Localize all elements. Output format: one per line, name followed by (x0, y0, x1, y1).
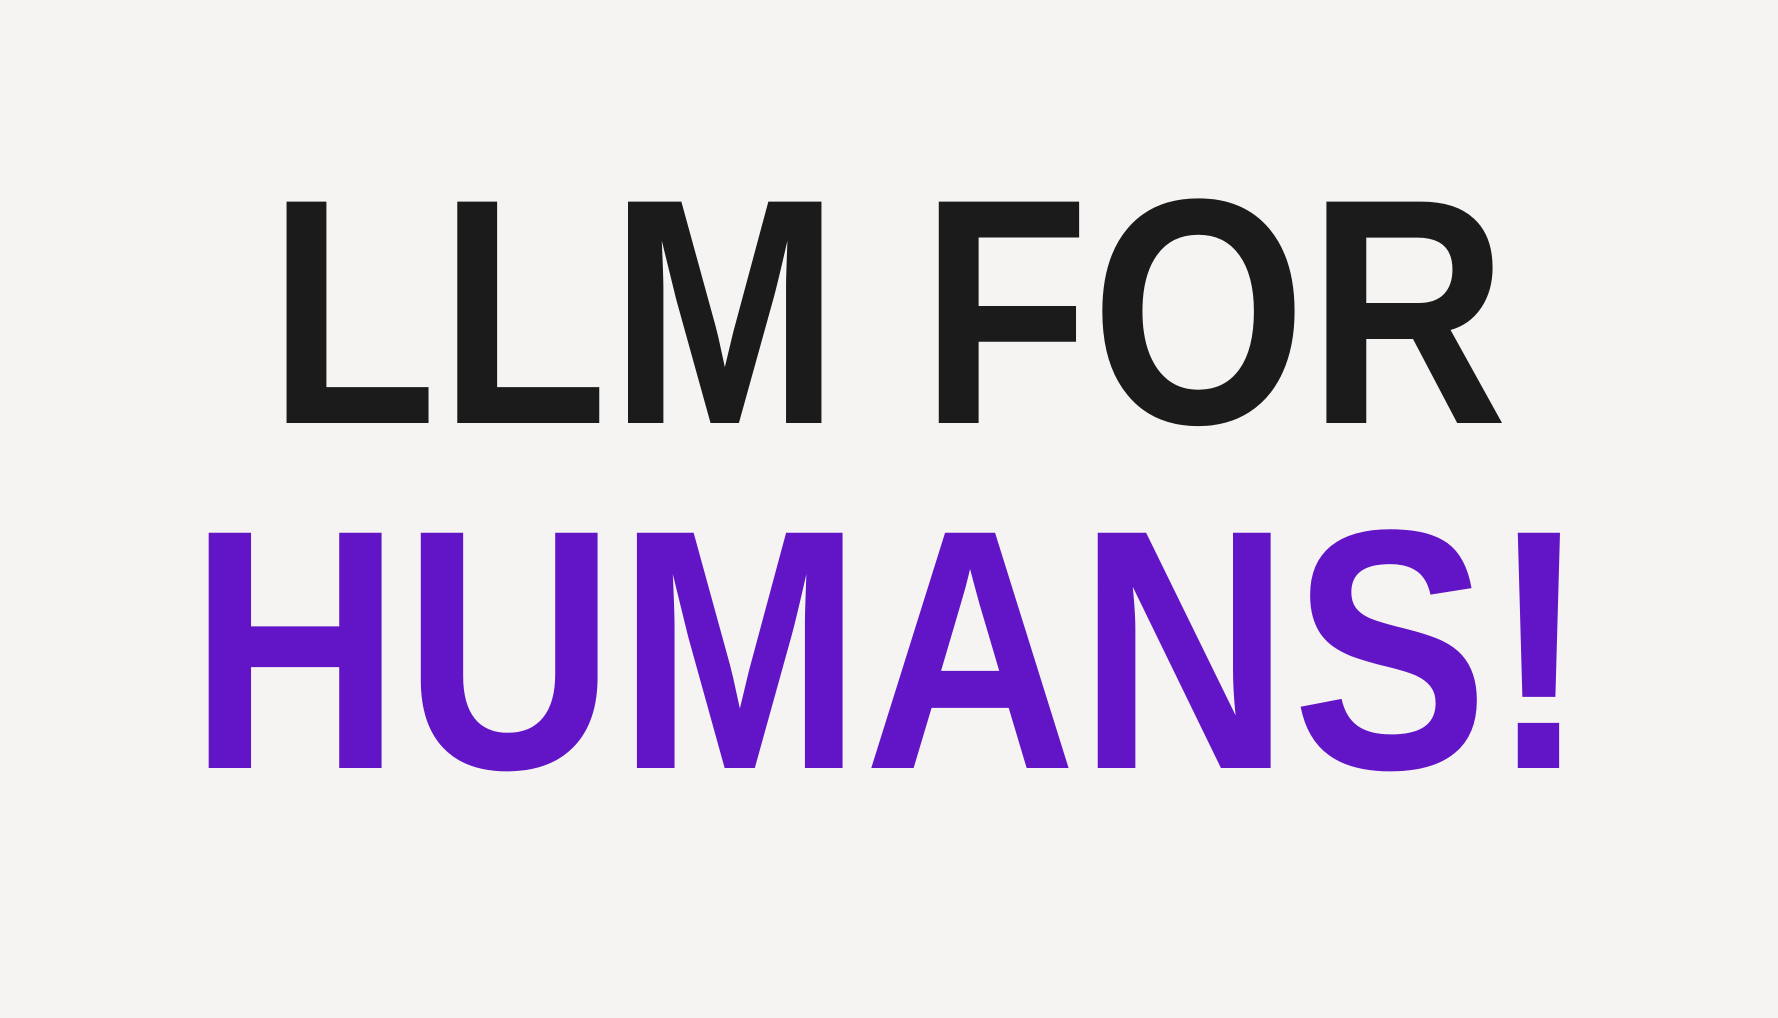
headline-line-2: HUMANS! (0, 479, 1778, 821)
headline-line-2-text: HUMANS! (188, 459, 1590, 842)
headline-line-1-text: LLM FOR (268, 133, 1510, 493)
headline-line-1: LLM FOR (0, 152, 1778, 473)
